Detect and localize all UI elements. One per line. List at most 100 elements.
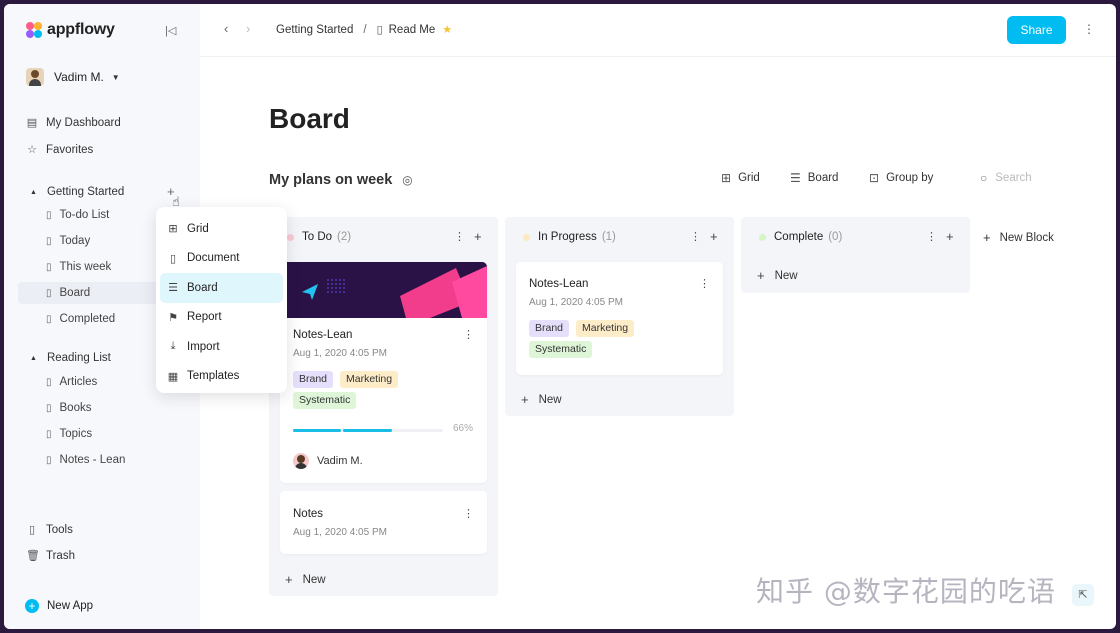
section-reading-list[interactable]: ▲ Reading List bbox=[30, 352, 111, 364]
menu-item-import[interactable]: ⤓ Import bbox=[160, 332, 283, 362]
sidebar-item-notes-lean[interactable]: ▯ Notes - Lean bbox=[18, 449, 192, 471]
breadcrumb-read-me[interactable]: Read Me bbox=[389, 24, 436, 36]
page-label: Today bbox=[59, 235, 91, 247]
tag-brand: Brand bbox=[293, 371, 334, 388]
page-label: Notes - Lean bbox=[59, 454, 126, 466]
new-block-button[interactable]: + New Block bbox=[983, 230, 1054, 245]
menu-item-label: Report bbox=[187, 311, 222, 324]
board-view-button[interactable]: ☰ Board bbox=[790, 171, 838, 185]
board-column-in-progress: In Progress (1) ⋮ + Notes-Lean ⋮ Aug 1, … bbox=[505, 217, 734, 416]
help-icon[interactable]: ⇱ bbox=[1072, 584, 1094, 606]
column-more-icon[interactable]: ⋮ bbox=[690, 230, 701, 243]
back-arrow-icon[interactable]: ‹ bbox=[224, 21, 228, 36]
sidebar-item-topics[interactable]: ▯ Topics bbox=[18, 423, 192, 445]
sidebar-item-trash[interactable]: 🗑 Trash bbox=[26, 549, 75, 563]
add-card-button[interactable]: + New bbox=[285, 572, 326, 587]
avatar bbox=[26, 68, 44, 86]
sidebar-item-label: Favorites bbox=[46, 143, 94, 156]
sidebar-item-dashboard[interactable]: ▤ My Dashboard bbox=[26, 116, 121, 130]
flag-icon: ⚑ bbox=[168, 311, 178, 324]
document-icon: ▯ bbox=[46, 261, 52, 273]
document-icon: ▯ bbox=[46, 313, 52, 325]
progress-segment bbox=[293, 429, 341, 432]
progress-bar bbox=[293, 429, 443, 432]
board-card[interactable]: Notes ⋮ Aug 1, 2020 4:05 PM bbox=[280, 491, 487, 554]
caret-down-icon: ▼ bbox=[111, 72, 120, 82]
sidebar-item-favorites[interactable]: ☆ Favorites bbox=[26, 143, 94, 157]
document-icon: ▯ bbox=[46, 209, 52, 221]
collapse-sidebar-icon[interactable]: |◁ bbox=[165, 24, 176, 37]
sidebar-item-tools[interactable]: ▯ Tools bbox=[26, 523, 73, 537]
status-dot bbox=[523, 233, 530, 241]
tag-systematic: Systematic bbox=[529, 341, 593, 358]
page-label: This week bbox=[59, 261, 112, 273]
document-icon: ▯ bbox=[46, 402, 52, 414]
new-app-button[interactable]: + New App bbox=[25, 599, 93, 613]
card-title: Notes-Lean bbox=[529, 278, 589, 290]
document-icon: ▯ bbox=[376, 24, 383, 36]
card-more-icon[interactable]: ⋮ bbox=[699, 277, 710, 290]
tag-brand: Brand bbox=[529, 320, 570, 337]
card-more-icon[interactable]: ⋮ bbox=[463, 328, 474, 341]
menu-item-label: Document bbox=[187, 252, 240, 265]
card-cover-image bbox=[280, 262, 487, 318]
toolbar-label: Board bbox=[807, 172, 839, 184]
document-icon: ▯ bbox=[46, 287, 52, 299]
add-card-button[interactable]: + New bbox=[757, 268, 798, 283]
favorite-star-icon[interactable]: ★ bbox=[442, 23, 452, 36]
section-getting-started[interactable]: ▲ Getting Started bbox=[30, 186, 124, 198]
page-label: Books bbox=[59, 402, 92, 414]
card-more-icon[interactable]: ⋮ bbox=[463, 507, 474, 520]
column-more-icon[interactable]: ⋮ bbox=[926, 230, 937, 243]
page-label: To-do List bbox=[59, 209, 110, 221]
breadcrumb: Getting Started / ▯ Read Me ★ bbox=[276, 23, 452, 37]
toolbar-label: Grid bbox=[738, 172, 760, 184]
sidebar-item-books[interactable]: ▯ Books bbox=[18, 397, 192, 419]
user-switcher[interactable]: Vadim M. ▼ bbox=[26, 68, 120, 86]
view-title-text: My plans on week bbox=[269, 172, 393, 188]
view-title: My plans on week ◎ bbox=[269, 172, 413, 188]
new-label: New bbox=[302, 573, 326, 586]
board-card[interactable]: Notes-Lean ⋮ Aug 1, 2020 4:05 PM Brand M… bbox=[516, 262, 723, 375]
forward-arrow-icon[interactable]: › bbox=[246, 21, 250, 36]
breadcrumb-separator: / bbox=[363, 23, 367, 36]
card-date: Aug 1, 2020 4:05 PM bbox=[529, 297, 623, 308]
search-field[interactable]: ○ Search bbox=[980, 171, 1032, 185]
board-icon: ☰ bbox=[790, 171, 801, 185]
triangle-down-icon: ▲ bbox=[30, 188, 37, 196]
column-add-icon[interactable]: + bbox=[474, 229, 482, 244]
column-more-icon[interactable]: ⋮ bbox=[454, 230, 465, 243]
menu-item-report[interactable]: ⚑ Report bbox=[160, 303, 283, 333]
menu-item-board[interactable]: ☰ Board bbox=[160, 273, 283, 303]
trash-icon: 🗑 bbox=[26, 550, 40, 562]
add-view-menu: ⊞ Grid ▯ Document ☰ Board ⚑ Report ⤓ Imp… bbox=[156, 207, 287, 393]
dashboard-icon: ▤ bbox=[26, 117, 38, 129]
share-button[interactable]: Share bbox=[1007, 16, 1066, 44]
sidebar-item-label: My Dashboard bbox=[46, 116, 121, 129]
group-by-button[interactable]: ⊡ Group by bbox=[869, 171, 933, 185]
app-logo: appflowy bbox=[26, 21, 115, 39]
menu-item-grid[interactable]: ⊞ Grid bbox=[160, 214, 283, 244]
menu-item-document[interactable]: ▯ Document bbox=[160, 244, 283, 274]
status-dot bbox=[287, 233, 294, 241]
grid-view-button[interactable]: ⊞ Grid bbox=[721, 171, 760, 185]
page-title: Board bbox=[269, 103, 350, 134]
grid-icon: ⊞ bbox=[168, 223, 178, 236]
column-add-icon[interactable]: + bbox=[946, 229, 954, 244]
more-options-icon[interactable]: ⋮ bbox=[1083, 22, 1095, 36]
menu-item-templates[interactable]: ▦ Templates bbox=[160, 362, 283, 392]
column-name: Complete bbox=[774, 231, 824, 243]
breadcrumb-getting-started[interactable]: Getting Started bbox=[276, 24, 353, 36]
board-column-complete: Complete (0) ⋮ + + New bbox=[741, 217, 970, 293]
settings-icon[interactable]: ◎ bbox=[402, 173, 412, 187]
plus-icon: + bbox=[757, 268, 765, 283]
status-dot bbox=[759, 233, 766, 241]
menu-item-label: Templates bbox=[187, 370, 240, 383]
add-card-button[interactable]: + New bbox=[521, 392, 562, 407]
board-card[interactable]: Notes-Lean ⋮ Aug 1, 2020 4:05 PM Brand M… bbox=[280, 262, 487, 483]
plus-icon: + bbox=[25, 599, 39, 613]
page-label: Board bbox=[59, 287, 91, 299]
column-add-icon[interactable]: + bbox=[710, 229, 718, 244]
tag-marketing: Marketing bbox=[340, 371, 399, 388]
page-label: Completed bbox=[59, 313, 116, 325]
